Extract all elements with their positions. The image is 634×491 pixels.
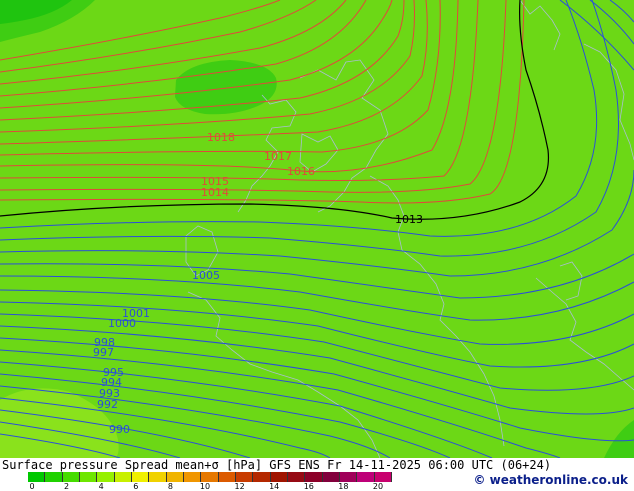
colorbar-cell — [45, 472, 63, 482]
colorbar-cell — [236, 472, 254, 482]
colorbar-cell — [270, 472, 288, 482]
colorbar-cell — [218, 472, 236, 482]
colorbar-cell — [374, 472, 392, 482]
colorbar-cell — [166, 472, 184, 482]
colorbar-cell — [114, 472, 132, 482]
isobar-label: 1016 — [287, 165, 315, 178]
isobar-label: 1000 — [108, 317, 136, 330]
map-title: Surface pressure Spread mean+σ [hPa] GFS… — [2, 458, 552, 472]
colorbar-cell — [97, 472, 115, 482]
colorbar-cell — [132, 472, 150, 482]
isobar-label: 1014 — [201, 186, 229, 199]
colorbar-cell — [322, 472, 340, 482]
isobar-label: 1017 — [264, 150, 292, 163]
map-background — [0, 0, 634, 458]
isobar-label: 1005 — [192, 269, 220, 282]
colorbar-cell — [201, 472, 219, 482]
colorbar-cell — [288, 472, 306, 482]
colorbar-cell — [28, 472, 46, 482]
colorbar — [28, 472, 392, 482]
colorbar-cell — [80, 472, 98, 482]
site-credit: © weatheronline.co.uk — [473, 473, 628, 487]
colorbar-cell — [253, 472, 271, 482]
colorbar-cell — [62, 472, 80, 482]
colorbar-cell — [184, 472, 202, 482]
colorbar-cell — [340, 472, 358, 482]
pressure-spread-map: 1018 1017 1016 1015 1014 1013 1005 1001 … — [0, 0, 634, 458]
isobar-label: 992 — [97, 398, 118, 411]
isobar-label: 1018 — [207, 131, 235, 144]
isobar-label: 990 — [109, 423, 130, 436]
isobar-label: 997 — [93, 346, 114, 359]
colorbar-cell — [305, 472, 323, 482]
isobar-label: 1013 — [395, 213, 423, 226]
colorbar-cell — [149, 472, 167, 482]
map-footer: Surface pressure Spread mean+σ [hPa] GFS… — [0, 458, 634, 491]
colorbar-cell — [357, 472, 375, 482]
